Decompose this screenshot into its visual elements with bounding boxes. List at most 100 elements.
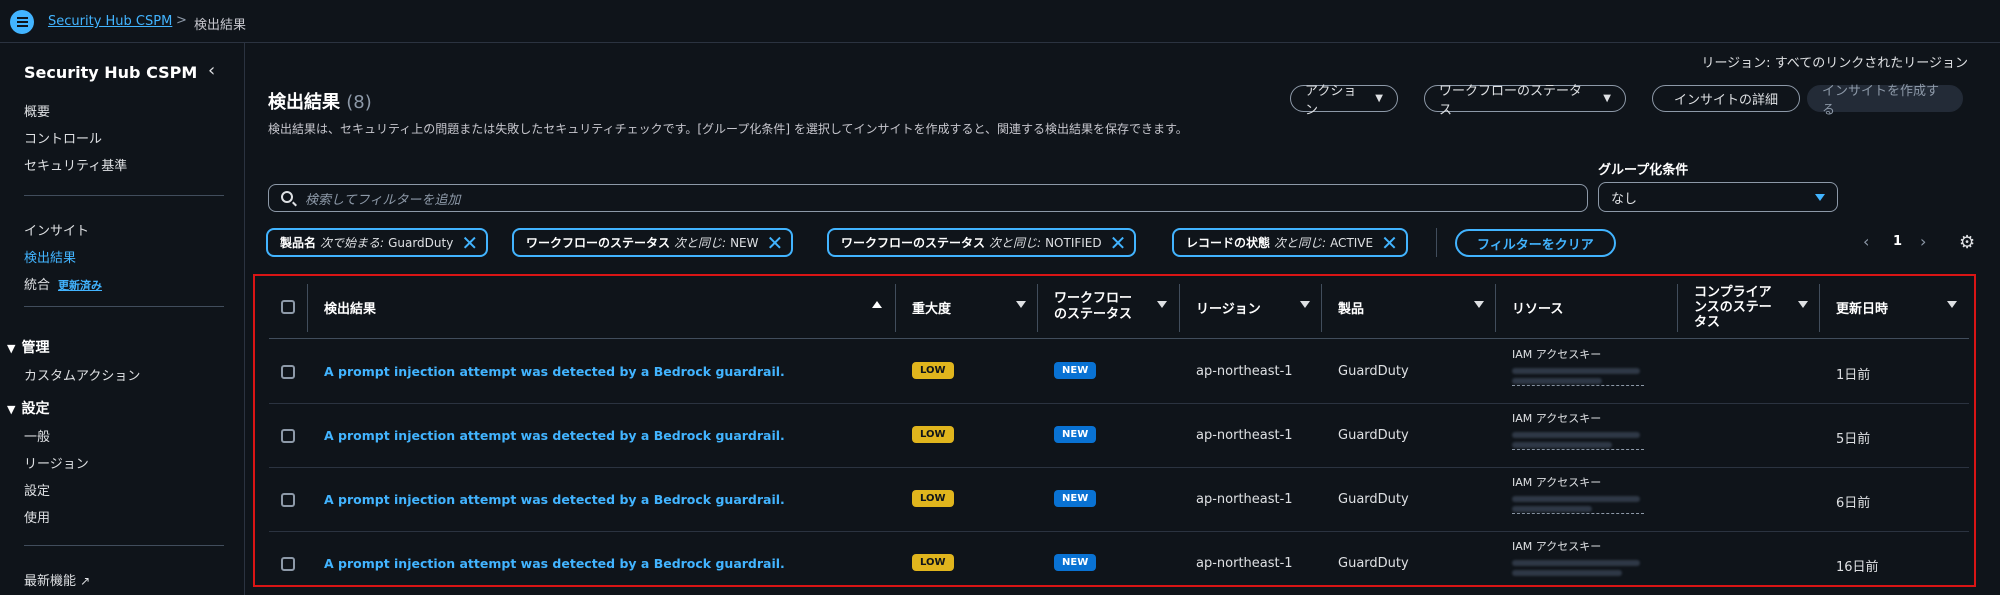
row-checkbox[interactable] — [281, 557, 295, 571]
column-header-compliance-line1: コンプライア — [1694, 284, 1772, 300]
filter-operator: 次と同じ: — [989, 236, 1042, 250]
sidebar-divider — [24, 545, 224, 546]
actions-dropdown-button[interactable]: アクション ▼ — [1290, 84, 1398, 118]
insight-details-button[interactable]: インサイトの詳細 — [1652, 85, 1800, 112]
actions-dropdown-label: アクション — [1305, 83, 1357, 118]
finding-title-link[interactable]: A prompt injection attempt was detected … — [324, 492, 785, 507]
findings-count: (8) — [346, 92, 372, 113]
sidebar-item-usage[interactable]: 使用 — [24, 507, 50, 526]
resource-id-redacted[interactable] — [1512, 556, 1644, 578]
column-header-severity[interactable]: 重大度 — [912, 276, 1038, 338]
sidebar-item-custom-actions[interactable]: カスタムアクション — [24, 365, 140, 384]
updated-badge[interactable]: 更新済み — [58, 279, 102, 292]
row-checkbox[interactable] — [281, 365, 295, 379]
sidebar-item-standards[interactable]: セキュリティ基準 — [24, 155, 127, 174]
sidebar-item-findings[interactable]: 検出結果 — [24, 247, 76, 266]
chevron-left-icon[interactable]: ‹ — [1863, 232, 1869, 251]
external-link-icon: ↗ — [80, 574, 91, 588]
column-header-resource[interactable]: リソース — [1512, 276, 1678, 338]
filter-chip-workflow-notified: ワークフローのステータス 次と同じ: NOTIFIED ✕ — [827, 228, 1137, 257]
page-number[interactable]: 1 — [1893, 234, 1902, 249]
workflow-status-badge: NEW — [1054, 426, 1097, 443]
product-cell: GuardDuty — [1338, 428, 1409, 443]
filter-field: ワークフローのステータス — [526, 236, 671, 250]
sidebar-item-controls[interactable]: コントロール — [24, 128, 102, 147]
column-header-workflow-label: ワークフロー のステータス — [1054, 291, 1132, 323]
column-divider — [1037, 284, 1038, 332]
grouping-select[interactable]: なし — [1598, 182, 1838, 212]
sidebar-section-manage[interactable]: ▼ 管理 — [7, 337, 49, 357]
row-checkbox[interactable] — [281, 493, 295, 507]
column-header-region[interactable]: リージョン — [1196, 276, 1322, 338]
finding-title-link[interactable]: A prompt injection attempt was detected … — [324, 428, 785, 443]
column-header-product[interactable]: 製品 — [1338, 276, 1496, 338]
sidebar-item-integrations-label: 統合 — [24, 278, 51, 293]
resource-cell[interactable]: IAM アクセスキー — [1512, 538, 1652, 588]
column-header-product-label: 製品 — [1338, 301, 1365, 317]
remove-filter-icon[interactable]: ✕ — [1110, 233, 1127, 253]
sidebar-item-whats-new[interactable]: 最新機能 ↗ — [24, 570, 90, 589]
page-description: 検出結果は、セキュリティ上の問題または失敗したセキュリティチェックです。[グルー… — [268, 122, 1188, 136]
sidebar-item-configuration[interactable]: 設定 — [24, 480, 50, 499]
findings-table: 検出結果 重大度 ワークフロー のステータス リージョン 製品 リソース コンプラ… — [253, 274, 1976, 587]
workflow-status-dropdown-label: ワークフローのステータス — [1439, 83, 1583, 118]
column-header-updated[interactable]: 更新日時 — [1836, 276, 1969, 338]
table-row[interactable]: A prompt injection attempt was detected … — [269, 532, 1969, 595]
sidebar-item-regions[interactable]: リージョン — [24, 453, 89, 472]
column-header-compliance[interactable]: コンプライア ンスのステー タス — [1694, 276, 1820, 338]
row-checkbox[interactable] — [281, 429, 295, 443]
resource-id-redacted[interactable] — [1512, 492, 1644, 514]
collapse-sidebar-icon[interactable]: ‹ — [208, 60, 215, 81]
sort-icon — [1474, 301, 1484, 308]
breadcrumb-service-link[interactable]: Security Hub CSPM — [48, 14, 172, 29]
filter-value: NEW — [730, 235, 759, 250]
chevron-right-icon[interactable]: › — [1920, 232, 1926, 251]
filter-chip-record-state: レコードの状態 次と同じ: ACTIVE ✕ — [1172, 228, 1408, 257]
sidebar-item-general[interactable]: 一般 — [24, 426, 50, 445]
sidebar: Security Hub CSPM ‹ 概要 コントロール セキュリティ基準 イ… — [0, 43, 245, 595]
column-divider — [1677, 284, 1678, 332]
column-header-region-label: リージョン — [1196, 301, 1261, 317]
sort-icon — [1157, 301, 1167, 308]
resource-cell[interactable]: IAM アクセスキー — [1512, 410, 1652, 460]
resource-id-redacted[interactable] — [1512, 364, 1644, 386]
gear-icon[interactable]: ⚙ — [1959, 232, 1975, 253]
search-icon — [281, 191, 293, 203]
create-insight-button[interactable]: インサイトを作成する — [1807, 84, 1963, 118]
sidebar-title: Security Hub CSPM — [24, 63, 198, 82]
caret-down-icon — [1815, 194, 1825, 201]
workflow-status-dropdown-button[interactable]: ワークフローのステータス ▼ — [1424, 84, 1626, 118]
remove-filter-icon[interactable]: ✕ — [461, 233, 478, 253]
sidebar-item-insights[interactable]: インサイト — [24, 220, 89, 239]
table-header: 検出結果 重大度 ワークフロー のステータス リージョン 製品 リソース コンプラ… — [269, 276, 1969, 339]
workflow-status-badge: NEW — [1054, 362, 1097, 379]
resource-cell[interactable]: IAM アクセスキー — [1512, 346, 1652, 396]
menu-icon[interactable] — [10, 10, 34, 34]
column-header-workflow[interactable]: ワークフロー のステータス — [1054, 276, 1179, 338]
filter-value: GuardDuty — [388, 235, 454, 250]
sidebar-item-integrations[interactable]: 統合 更新済み — [24, 274, 102, 293]
column-header-finding[interactable]: 検出結果 — [324, 276, 894, 338]
sidebar-section-settings[interactable]: ▼ 設定 — [7, 398, 49, 418]
column-divider — [895, 284, 896, 332]
finding-title-link[interactable]: A prompt injection attempt was detected … — [324, 556, 785, 571]
column-header-workflow-line2: のステータス — [1054, 307, 1133, 322]
table-row[interactable]: A prompt injection attempt was detected … — [269, 468, 1969, 532]
page-title-text: 検出結果 — [268, 92, 340, 113]
region-cell: ap-northeast-1 — [1196, 492, 1293, 507]
search-placeholder: 検索してフィルターを追加 — [305, 192, 461, 208]
resource-id-redacted[interactable] — [1512, 428, 1644, 450]
select-all-checkbox[interactable] — [281, 300, 295, 314]
filter-divider — [1436, 228, 1437, 257]
clear-filters-button[interactable]: フィルターをクリア — [1455, 229, 1616, 257]
resource-cell[interactable]: IAM アクセスキー — [1512, 474, 1652, 524]
remove-filter-icon[interactable]: ✕ — [767, 233, 784, 253]
column-header-compliance-line3: タス — [1694, 314, 1721, 330]
search-input[interactable]: 検索してフィルターを追加 — [268, 184, 1588, 212]
finding-title-link[interactable]: A prompt injection attempt was detected … — [324, 364, 785, 379]
filter-value: ACTIVE — [1330, 235, 1374, 250]
table-row[interactable]: A prompt injection attempt was detected … — [269, 340, 1969, 404]
sidebar-item-overview[interactable]: 概要 — [24, 101, 50, 120]
remove-filter-icon[interactable]: ✕ — [1381, 233, 1398, 253]
table-row[interactable]: A prompt injection attempt was detected … — [269, 404, 1969, 468]
